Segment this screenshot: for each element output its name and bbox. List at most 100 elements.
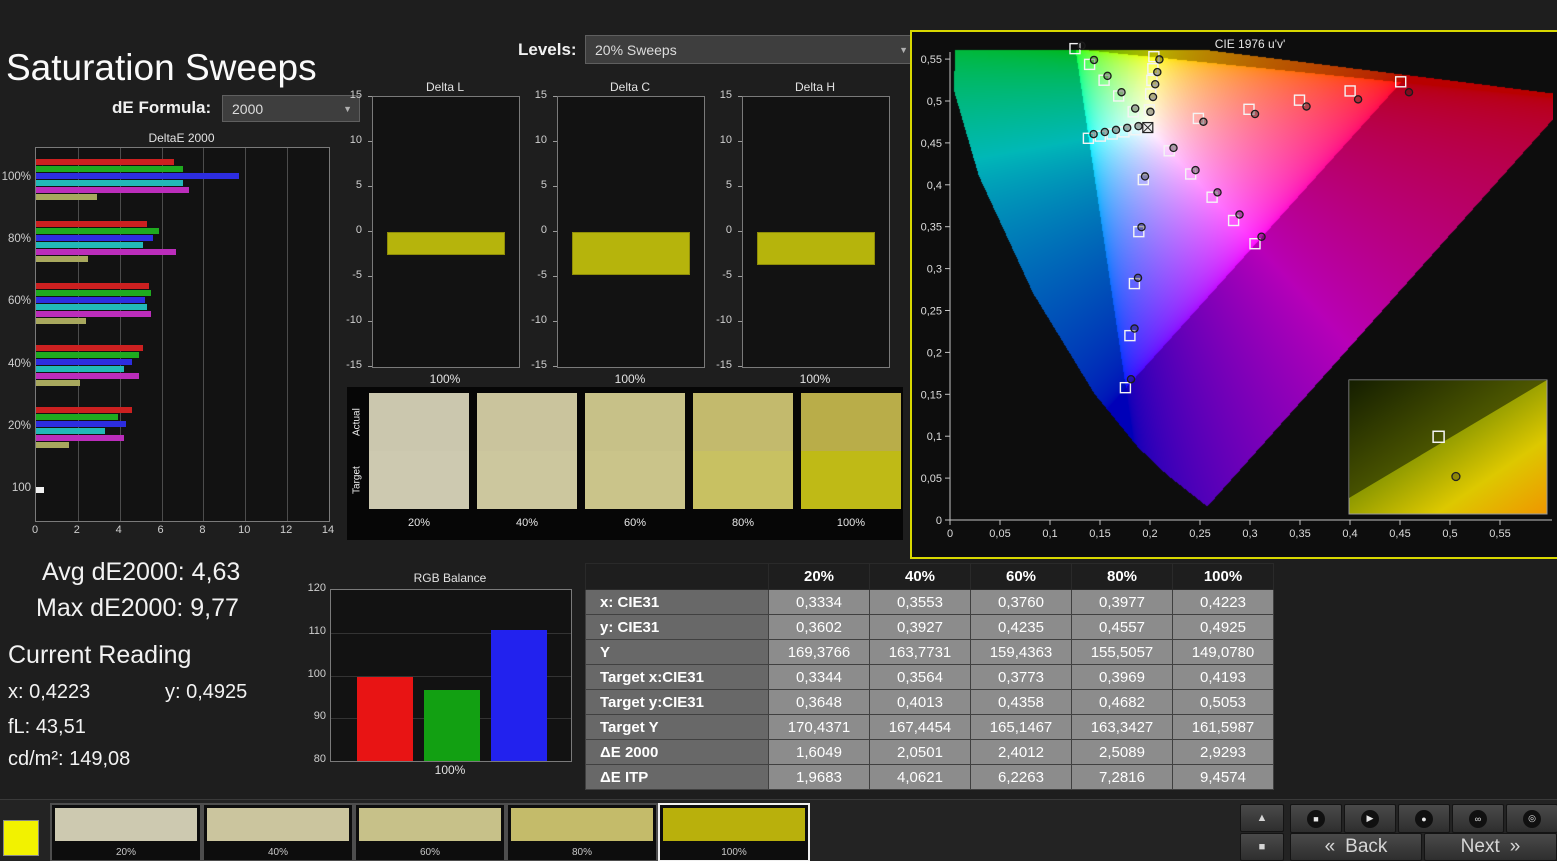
patch-thumbnail-100%[interactable]: 100% [658, 803, 810, 861]
deltae-bar [36, 310, 152, 317]
thumbnail-label: 100% [721, 847, 747, 858]
y-tick-label: 15 [719, 89, 732, 101]
deltae-bar [36, 366, 124, 373]
tick-mark [368, 231, 372, 232]
swatch-label: 100% [836, 517, 866, 529]
thumbnail-swatch [511, 808, 653, 841]
tick-mark [553, 96, 557, 97]
chart-plot [372, 96, 520, 368]
measured-marker [1257, 232, 1266, 242]
y-tick-label: 10 [719, 134, 732, 146]
swatch-column: 100% [801, 393, 901, 535]
loop-button[interactable]: ∞ [1452, 804, 1504, 833]
table-header-row: 20% 40% 60% 80% 100% [585, 563, 1274, 590]
y-tick-label: 0,45 [921, 138, 942, 150]
levels-value: 20% Sweeps [595, 41, 677, 58]
value-cell: 0,3344 [768, 664, 870, 690]
standby-button[interactable]: ◎ [1506, 804, 1557, 833]
value-cell: 0,4235 [970, 614, 1072, 640]
blue-bar [491, 630, 547, 761]
record-button[interactable]: ● [1398, 804, 1450, 833]
cie-overlay: CIE 1976 u'v' 0 0,05 0,1 0,15 0,2 0,25 0,3 0,35… [921, 37, 1552, 540]
column-header: 60% [970, 563, 1072, 590]
value-cell: 0,4193 [1172, 664, 1274, 690]
reading-fl-value: 43,51 [35, 716, 86, 738]
deltae-bar [36, 193, 97, 200]
y-tick-label: 120 [307, 582, 326, 594]
value-cell: 6,2263 [970, 764, 1072, 790]
y-tick-label: 0 [355, 224, 362, 236]
collapse-button[interactable]: ▲ [1240, 804, 1284, 832]
y-tick-label: 0,1 [927, 431, 942, 443]
next-button[interactable]: Next » [1424, 833, 1557, 861]
group-label: 100% [1, 171, 31, 184]
deltae-bar [36, 234, 154, 241]
value-cell: 9,4574 [1172, 764, 1274, 790]
patch-thumbnail-60%[interactable]: 60% [354, 803, 506, 861]
measured-marker [1153, 67, 1162, 77]
table-row: x: CIE31 0,3334 0,3553 0,3760 0,3977 0,4223 [585, 589, 1274, 615]
measured-marker [1213, 188, 1222, 197]
value-cell: 149,0780 [1172, 639, 1274, 665]
x-axis-label: 100% [614, 372, 646, 386]
patch-thumbnail-80%[interactable]: 80% [506, 803, 658, 861]
chart-title: Delta L [425, 80, 465, 94]
y-tick-label: 0,4 [927, 180, 942, 192]
group-label: 80% [7, 233, 31, 246]
target-swatch [585, 451, 685, 509]
y-tick-label: 0 [936, 515, 942, 527]
x-tick-label: 4 [115, 524, 122, 536]
actual-swatch [693, 393, 793, 451]
chart-plot [742, 96, 890, 368]
x-tick-label: 0,2 [1142, 528, 1157, 540]
stop-large-button[interactable]: ■ [1240, 833, 1284, 861]
y-tick-label: 0 [725, 224, 732, 236]
deltae-bar [36, 296, 145, 303]
swatch-label: 80% [731, 517, 755, 529]
value-cell: 0,3648 [768, 689, 870, 715]
back-button[interactable]: « Back [1290, 833, 1422, 861]
y-tick-label: 10 [349, 134, 362, 146]
y-tick-label: 15 [534, 89, 547, 101]
tick-mark [368, 186, 372, 187]
record-icon: ● [1415, 809, 1433, 828]
play-icon: ▶ [1361, 809, 1379, 828]
reading-cd-label: cd/m²: [8, 748, 64, 770]
stop-button[interactable]: ■ [1290, 804, 1342, 833]
tick-mark [368, 366, 372, 367]
y-tick-label: -15 [346, 359, 362, 371]
target-swatch [801, 451, 901, 509]
measured-marker [1146, 107, 1155, 117]
measured-marker [1103, 71, 1112, 81]
x-tick-label: 0,05 [989, 528, 1010, 540]
measured-marker [1404, 87, 1414, 97]
grid-line [119, 148, 121, 521]
x-tick-label: 6 [157, 524, 164, 536]
avg-de2000-value: 4,63 [191, 558, 241, 586]
deltae-bar [36, 421, 126, 428]
x-tick-label: 0,4 [1342, 528, 1357, 540]
value-cell: 2,9293 [1172, 739, 1274, 765]
tick-mark [738, 141, 742, 142]
loop-icon: ∞ [1469, 809, 1487, 828]
current-reading-heading: Current Reading [8, 641, 192, 669]
deltae-bar [36, 373, 139, 380]
y-tick-label: -5 [352, 269, 362, 281]
table-row: y: CIE31 0,3602 0,3927 0,4235 0,4557 0,4925 [585, 614, 1274, 640]
play-button[interactable]: ▶ [1344, 804, 1396, 833]
measured-marker [1148, 92, 1158, 102]
table-row: Target y:CIE31 0,3648 0,4013 0,4358 0,4682 0,… [585, 689, 1274, 715]
x-tick-label: 2 [73, 524, 80, 536]
deltae-bar [36, 486, 45, 493]
patch-thumbnail-40%[interactable]: 40% [202, 803, 354, 861]
red-bar [357, 677, 413, 761]
measured-marker [1150, 79, 1160, 89]
deltae-bar [36, 435, 124, 442]
levels-dropdown[interactable]: 20% Sweeps ▼ [585, 35, 916, 64]
patch-thumbnail-20%[interactable]: 20% [50, 803, 202, 861]
y-tick-label: 0,15 [921, 389, 942, 401]
tick-mark [738, 276, 742, 277]
actual-swatch [477, 393, 577, 451]
value-cell: 1,9683 [768, 764, 870, 790]
column-header: 80% [1071, 563, 1173, 590]
